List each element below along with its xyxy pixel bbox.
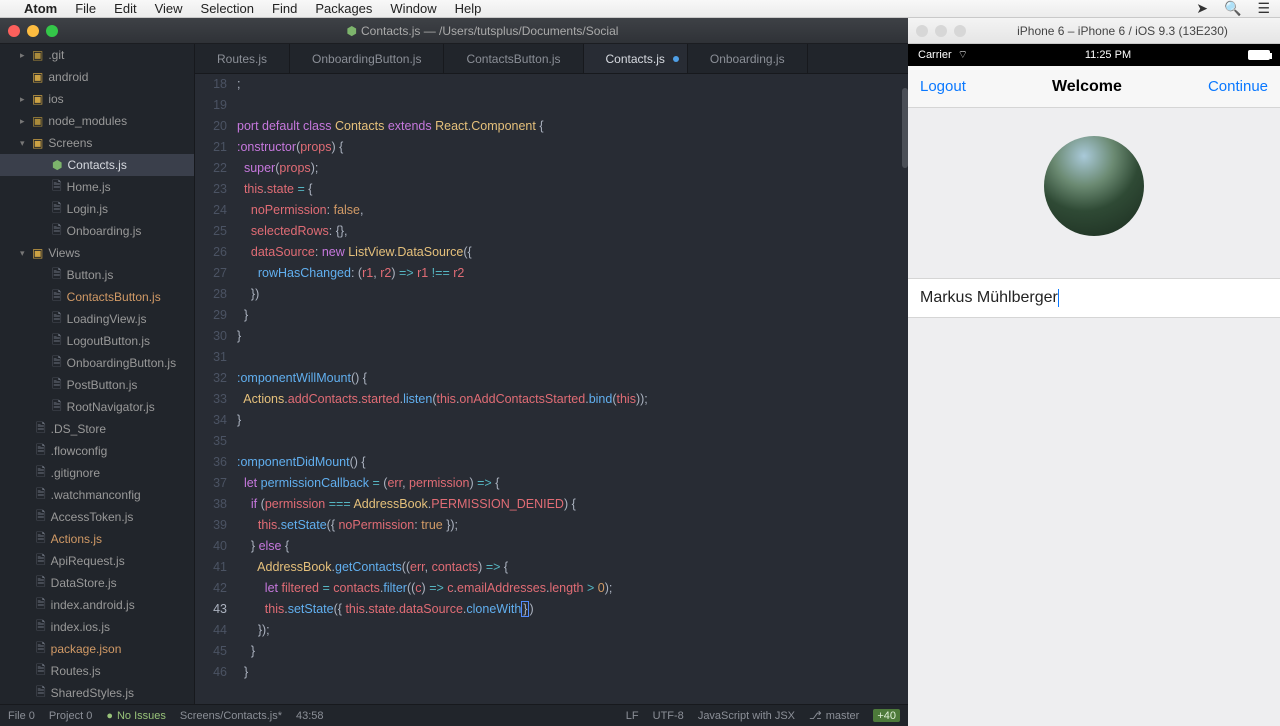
nav-continue-button[interactable]: Continue xyxy=(1208,78,1268,95)
nav-bar: Logout Welcome Continue xyxy=(908,66,1280,108)
minimize-icon[interactable] xyxy=(27,25,39,37)
status-language[interactable]: JavaScript with JSX xyxy=(698,709,795,722)
status-branch[interactable]: ⎇ master xyxy=(809,709,859,722)
tree-file[interactable]: 🗎.gitignore xyxy=(0,462,194,484)
tree-file[interactable]: 🗎Button.js xyxy=(0,264,194,286)
text-cursor-icon xyxy=(1058,289,1059,307)
tab[interactable]: OnboardingButton.js xyxy=(290,44,444,73)
zoom-icon[interactable] xyxy=(46,25,58,37)
tree-file[interactable]: 🗎PostButton.js xyxy=(0,374,194,396)
ios-status-bar: Carrier ⌔ 11:25 PM xyxy=(908,44,1280,66)
tree-file[interactable]: 🗎Actions.js xyxy=(0,528,194,550)
code-editor[interactable]: 1819202122232425262728293031323334353637… xyxy=(195,74,908,704)
nav-logout-button[interactable]: Logout xyxy=(920,78,966,95)
tree-file[interactable]: 🗎AccessToken.js xyxy=(0,506,194,528)
sim-window-title: iPhone 6 – iPhone 6 / iOS 9.3 (13E230) xyxy=(973,24,1272,38)
status-git-diff[interactable]: +40 xyxy=(873,709,900,722)
menu-packages[interactable]: Packages xyxy=(315,1,372,16)
tree-file[interactable]: 🗎index.android.js xyxy=(0,594,194,616)
menu-view[interactable]: View xyxy=(155,1,183,16)
sim-body: Markus Mühlberger xyxy=(908,108,1280,726)
tree-file[interactable]: 🗎ApiRequest.js xyxy=(0,550,194,572)
tree-file[interactable]: 🗎Home.js xyxy=(0,176,194,198)
tab[interactable]: Contacts.js xyxy=(584,44,688,73)
atom-titlebar[interactable]: ⬢Contacts.js — /Users/tutsplus/Documents… xyxy=(0,18,908,44)
carrier-label: Carrier xyxy=(918,49,952,61)
tree-file[interactable]: 🗎.DS_Store xyxy=(0,418,194,440)
tree-file[interactable]: 🗎LoadingView.js xyxy=(0,308,194,330)
tab[interactable]: Routes.js xyxy=(195,44,290,73)
modified-dot-icon xyxy=(673,56,679,62)
minimize-icon[interactable] xyxy=(935,25,947,37)
status-bar: File 0 Project 0 ● No Issues Screens/Con… xyxy=(0,704,908,726)
menu-edit[interactable]: Edit xyxy=(114,1,136,16)
file-tree[interactable]: ▸▣.git ▣android ▸▣ios ▸▣node_modules ▾▣S… xyxy=(0,44,195,704)
status-eol[interactable]: LF xyxy=(626,709,639,722)
location-icon[interactable]: ➤ xyxy=(1196,0,1208,17)
tree-file[interactable]: 🗎ContactsButton.js xyxy=(0,286,194,308)
tab[interactable]: ContactsButton.js xyxy=(444,44,583,73)
menu-app[interactable]: Atom xyxy=(24,1,57,16)
tab[interactable]: Onboarding.js xyxy=(688,44,808,73)
tree-file[interactable]: 🗎SharedStyles.js xyxy=(0,682,194,704)
spotlight-icon[interactable]: 🔍 xyxy=(1224,0,1241,17)
tree-dir[interactable]: ▸▣.git xyxy=(0,44,194,66)
line-gutter: 1819202122232425262728293031323334353637… xyxy=(195,74,237,704)
zoom-icon[interactable] xyxy=(954,25,966,37)
close-icon[interactable] xyxy=(916,25,928,37)
tree-dir[interactable]: ▾▣Screens xyxy=(0,132,194,154)
tree-file[interactable]: 🗎RootNavigator.js xyxy=(0,396,194,418)
tree-dir[interactable]: ▸▣ios xyxy=(0,88,194,110)
tree-file[interactable]: 🗎DataStore.js xyxy=(0,572,194,594)
tree-file[interactable]: 🗎index.ios.js xyxy=(0,616,194,638)
atom-window: ⬢Contacts.js — /Users/tutsplus/Documents… xyxy=(0,18,908,726)
tree-file[interactable]: 🗎.flowconfig xyxy=(0,440,194,462)
sim-titlebar[interactable]: iPhone 6 – iPhone 6 / iOS 9.3 (13E230) xyxy=(908,18,1280,44)
simulator-window: iPhone 6 – iPhone 6 / iOS 9.3 (13E230) C… xyxy=(908,18,1280,726)
menu-selection[interactable]: Selection xyxy=(201,1,254,16)
tree-file[interactable]: ⬢Contacts.js xyxy=(0,154,194,176)
tree-file[interactable]: 🗎.watchmanconfig xyxy=(0,484,194,506)
clock: 11:25 PM xyxy=(968,49,1248,61)
tab-bar: Routes.js OnboardingButton.js ContactsBu… xyxy=(195,44,908,74)
tree-file[interactable]: 🗎LogoutButton.js xyxy=(0,330,194,352)
status-encoding[interactable]: UTF-8 xyxy=(653,709,684,722)
avatar[interactable] xyxy=(1044,136,1144,236)
mac-menubar: Atom File Edit View Selection Find Packa… xyxy=(0,0,1280,18)
tree-dir[interactable]: ▾▣Views xyxy=(0,242,194,264)
scrollbar[interactable] xyxy=(902,88,908,168)
nav-title: Welcome xyxy=(966,78,1208,96)
tree-file[interactable]: 🗎OnboardingButton.js xyxy=(0,352,194,374)
window-title: ⬢Contacts.js — /Users/tutsplus/Documents… xyxy=(65,24,900,38)
name-field[interactable]: Markus Mühlberger xyxy=(908,278,1280,318)
wifi-icon: ⌔ xyxy=(958,48,968,62)
battery-icon xyxy=(1248,50,1270,60)
tree-file[interactable]: 🗎Routes.js xyxy=(0,660,194,682)
tree-file[interactable]: 🗎Login.js xyxy=(0,198,194,220)
close-icon[interactable] xyxy=(8,25,20,37)
tree-dir[interactable]: ▸▣node_modules xyxy=(0,110,194,132)
menu-file[interactable]: File xyxy=(75,1,96,16)
tree-dir[interactable]: ▣android xyxy=(0,66,194,88)
menu-icon[interactable]: ☰ xyxy=(1257,0,1270,17)
tree-file[interactable]: 🗎Onboarding.js xyxy=(0,220,194,242)
code-source[interactable]: ; port default class Contacts extends Re… xyxy=(237,74,908,704)
menu-help[interactable]: Help xyxy=(455,1,482,16)
tree-file[interactable]: 🗎package.json xyxy=(0,638,194,660)
menu-window[interactable]: Window xyxy=(390,1,436,16)
menu-find[interactable]: Find xyxy=(272,1,297,16)
